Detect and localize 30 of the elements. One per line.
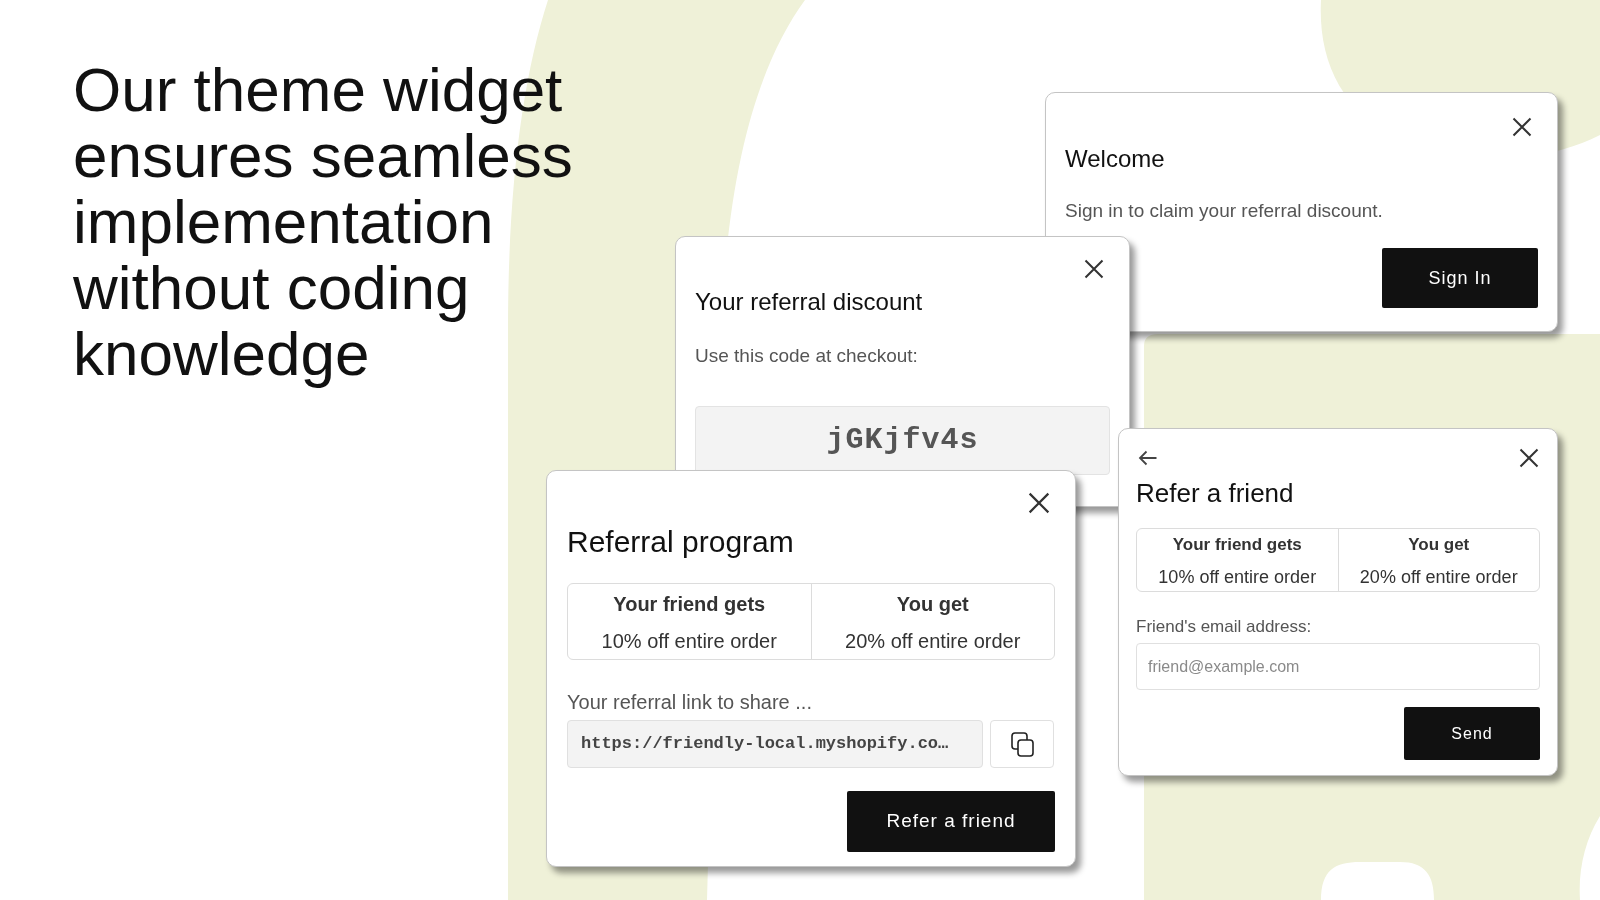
reward-heading: You get bbox=[896, 592, 969, 616]
email-field[interactable]: friend@example.com bbox=[1136, 643, 1540, 690]
close-icon[interactable] bbox=[1519, 448, 1539, 468]
headline: Our theme widget ensures seamless implementation without coding knowledge bbox=[73, 57, 574, 387]
copy-icon bbox=[1010, 731, 1034, 757]
card-title: Welcome bbox=[1065, 145, 1166, 173]
close-icon[interactable] bbox=[1084, 259, 1104, 279]
back-arrow-icon[interactable] bbox=[1138, 450, 1157, 466]
reward-heading: You get bbox=[1408, 535, 1470, 555]
link-field[interactable]: https://friendly-local.myshopify.co… bbox=[567, 720, 983, 768]
reward-value: 10% off entire order bbox=[1158, 566, 1317, 588]
reward-value: 20% off entire order bbox=[845, 629, 1021, 653]
reward-heading: Your friend gets bbox=[613, 592, 766, 616]
field-label: Friend's email address: bbox=[1136, 616, 1313, 638]
card-title: Your referral discount bbox=[695, 288, 924, 316]
reward-value: 10% off entire order bbox=[601, 629, 777, 653]
refer-button[interactable]: Refer a friend bbox=[847, 791, 1055, 852]
copy-button[interactable] bbox=[990, 720, 1054, 768]
close-icon[interactable] bbox=[1028, 492, 1050, 514]
card-title: Refer a friend bbox=[1136, 478, 1295, 508]
reward-value: 20% off entire order bbox=[1359, 566, 1518, 588]
reward-heading: Your friend gets bbox=[1172, 535, 1302, 555]
close-icon[interactable] bbox=[1512, 117, 1532, 137]
card-message: Use this code at checkout: bbox=[695, 344, 919, 368]
field-label: Your referral link to share ... bbox=[567, 690, 813, 714]
sign-in-button[interactable]: Sign In bbox=[1382, 248, 1538, 308]
card-title: Referral program bbox=[567, 525, 795, 559]
send-button[interactable]: Send bbox=[1404, 707, 1540, 760]
card-message: Sign in to claim your referral discount. bbox=[1065, 199, 1384, 223]
discount-code: jGKjfv4s bbox=[695, 406, 1110, 475]
